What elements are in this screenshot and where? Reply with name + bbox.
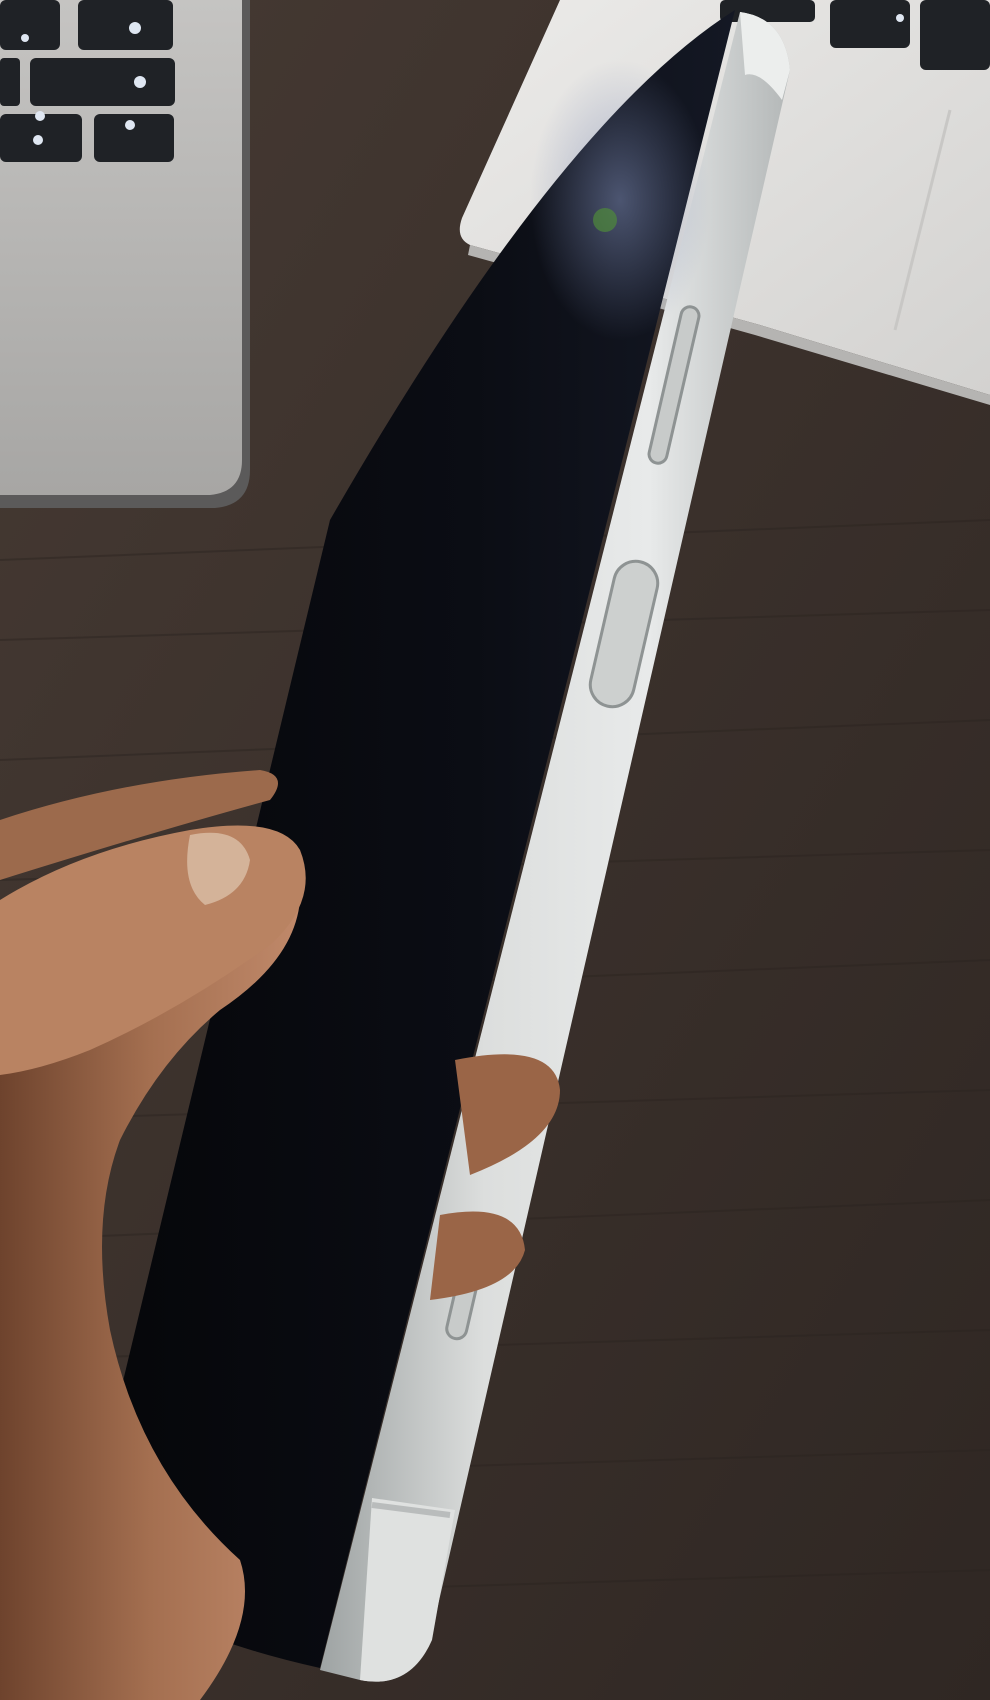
screen-reflection-spot <box>593 208 617 232</box>
laptop-left <box>0 0 250 508</box>
key-light <box>129 22 141 34</box>
key-light <box>33 135 43 145</box>
screen-reflection <box>530 60 710 340</box>
photo-scene <box>0 0 990 1700</box>
key-light <box>21 34 29 42</box>
key-light <box>125 120 135 130</box>
key-light <box>134 76 146 88</box>
key-light <box>35 111 45 121</box>
